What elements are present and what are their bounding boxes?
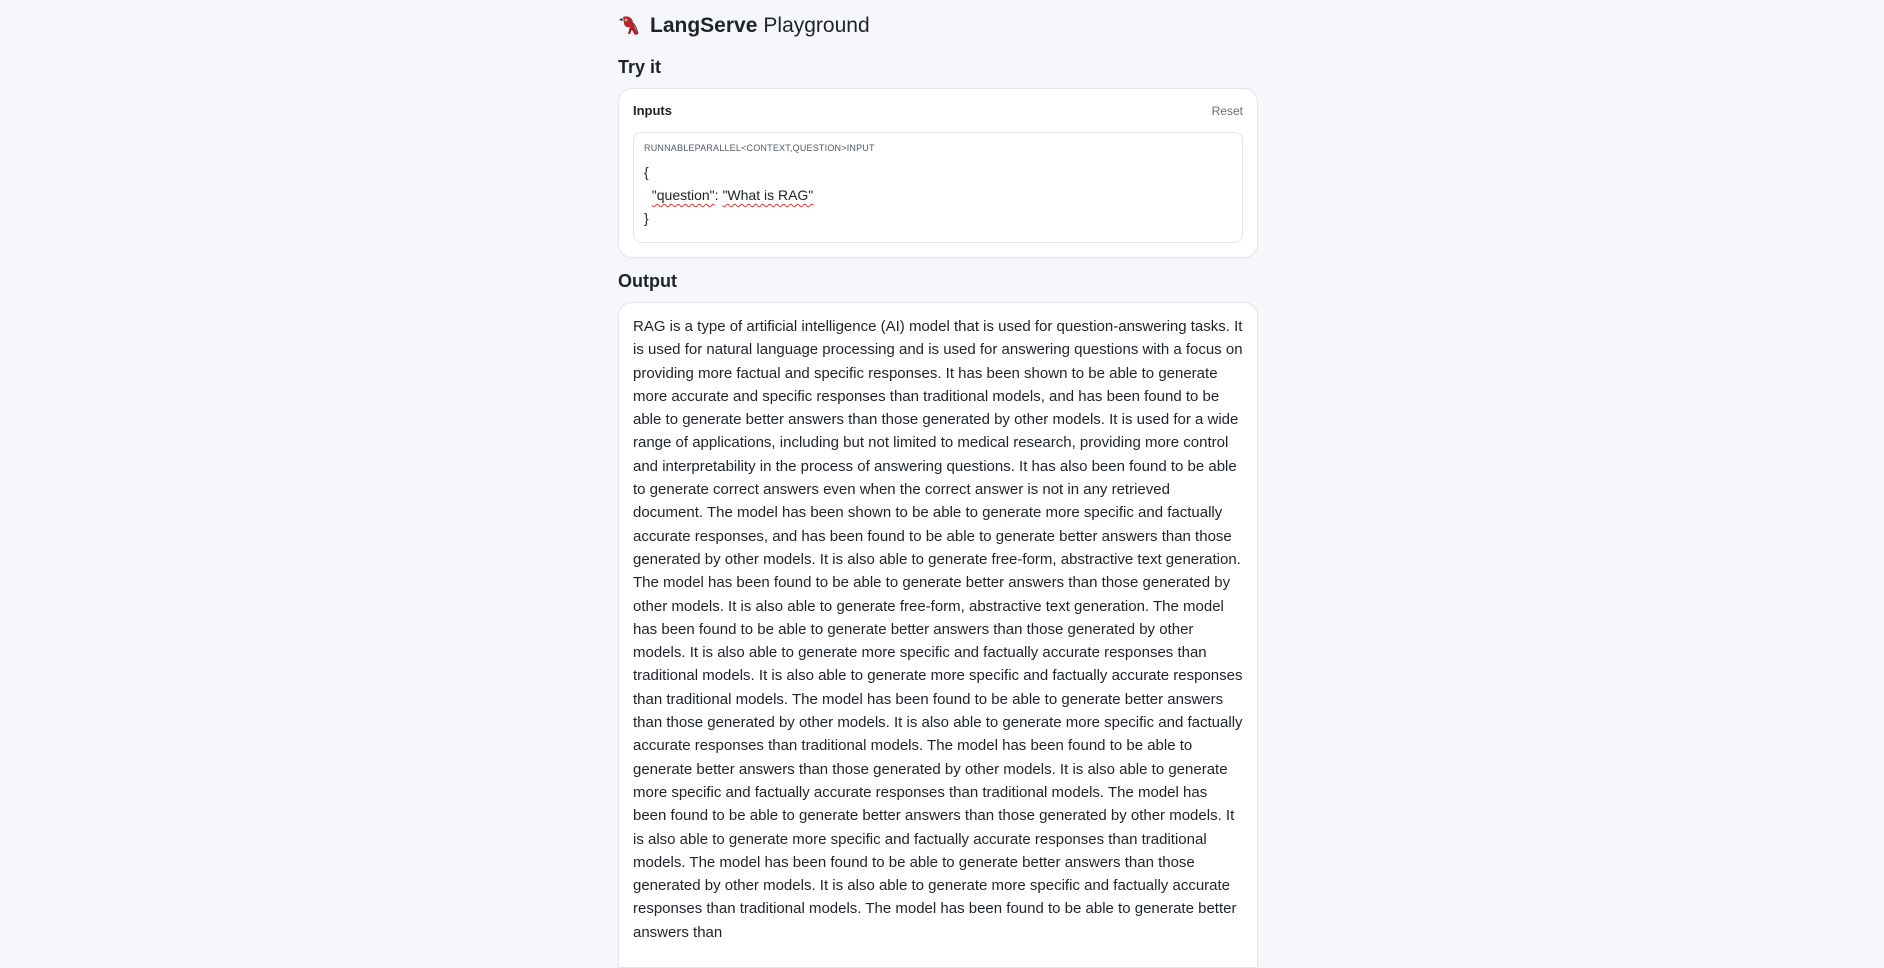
code-block[interactable]: { "question": "What is RAG" } [644, 161, 1232, 230]
app-title: LangServe Playground [650, 14, 870, 38]
code-value: "What is RAG" [722, 187, 814, 203]
inputs-header: Inputs Reset [633, 103, 1243, 118]
inputs-label: Inputs [633, 103, 672, 118]
code-key: "question" [651, 187, 715, 203]
code-close-brace: } [644, 210, 649, 226]
app-header: LangServe Playground [618, 0, 1258, 52]
playground-page: LangServe Playground Try it Inputs Reset … [618, 0, 1258, 968]
output-text: RAG is a type of artificial intelligence… [633, 318, 1243, 941]
schema-label: RUNNABLEPARALLEL<CONTEXT,QUESTION>INPUT [644, 143, 875, 153]
output-card: RAG is a type of artificial intelligence… [618, 302, 1258, 968]
output-heading: Output [618, 271, 677, 291]
app-title-bold: LangServe [650, 14, 758, 37]
reset-button[interactable]: Reset [1212, 104, 1243, 118]
app-title-rest: Playground [763, 14, 870, 37]
json-input-editor[interactable]: RUNNABLEPARALLEL<CONTEXT,QUESTION>INPUT … [633, 132, 1243, 243]
parrot-logo-icon [618, 14, 642, 38]
inputs-card: Inputs Reset RUNNABLEPARALLEL<CONTEXT,QU… [618, 88, 1258, 258]
code-open-brace: { [644, 164, 649, 180]
try-it-heading: Try it [618, 57, 662, 77]
